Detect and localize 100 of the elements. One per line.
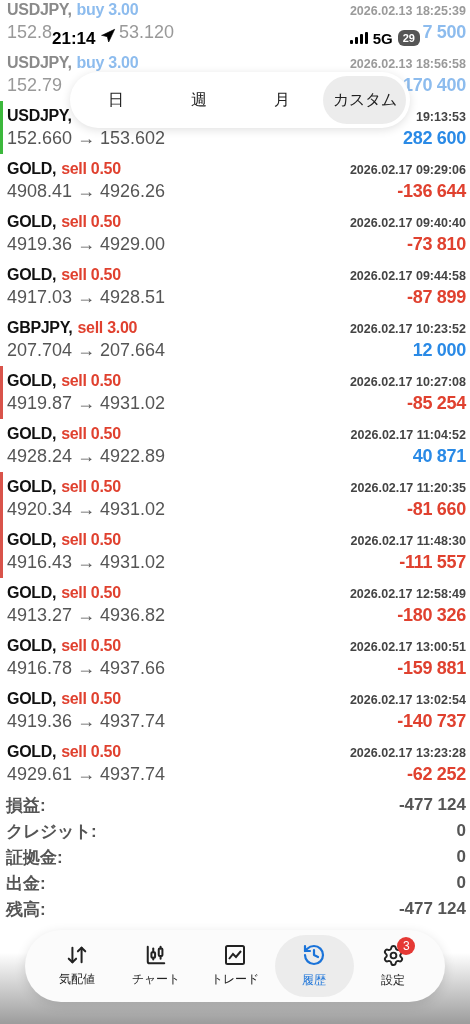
order-side: sell 0.50 (61, 424, 121, 443)
symbol: GOLD, (7, 159, 57, 178)
notification-badge: 3 (397, 937, 416, 955)
history-icon (302, 943, 327, 967)
profit-value: -73 810 (407, 233, 466, 255)
profit-value: -81 660 (407, 498, 466, 520)
clock: 21:14 (52, 28, 96, 49)
symbol: GOLD, (7, 424, 57, 443)
line-chart-icon (224, 944, 246, 966)
candlestick-icon (144, 944, 167, 966)
trade-time: 2026.02.17 13:02:54 (349, 692, 466, 707)
price-range: 4916.43 → 4931.02 (7, 551, 166, 573)
symbol: GOLD, (7, 689, 57, 708)
summary-label: クレジット: (6, 820, 97, 843)
order-side: sell 0.50 (61, 583, 121, 602)
order-side: sell 0.50 (61, 742, 121, 761)
price-range: 4928.24 → 4922.89 (7, 445, 166, 467)
order-side: buy 3.00 (76, 53, 139, 72)
network-type: 5G (372, 29, 393, 47)
summary-label: 残高: (6, 898, 46, 921)
price-range: 152.79 (7, 74, 63, 96)
profit-value: 7 500 (422, 21, 466, 43)
price-range: 152.660 → 153.602 (7, 127, 166, 149)
profit-value: -136 644 (397, 180, 466, 202)
order-side: sell 3.00 (77, 318, 138, 337)
order-side: sell 0.50 (61, 530, 121, 549)
price-range: 4929.61 → 4937.74 (7, 763, 166, 785)
price-range: 4908.41 → 4926.26 (7, 180, 166, 202)
profit-value: -85 254 (407, 392, 466, 414)
price-range: 207.704 → 207.664 (7, 339, 166, 361)
order-side: sell 0.50 (61, 265, 121, 284)
trade-time: 19:13:53 (415, 109, 466, 124)
battery-level: 29 (397, 30, 420, 46)
period-tab[interactable]: 月 (240, 76, 323, 124)
symbol: GOLD, (7, 583, 57, 602)
summary-value: -477 124 (398, 899, 466, 919)
order-side: sell 0.50 (61, 212, 121, 231)
arrows-icon (65, 944, 88, 966)
order-side: buy 3.00 (76, 0, 139, 19)
symbol: GOLD, (7, 371, 57, 390)
profit-value: -140 737 (397, 710, 466, 732)
summary-label: 損益: (6, 794, 46, 817)
summary-label: 出金: (6, 872, 46, 895)
trade-time: 2026.02.17 13:00:51 (349, 639, 466, 654)
trade-time: 2026.02.17 10:27:08 (349, 374, 466, 389)
trade-time: 2026.02.17 10:23:52 (349, 321, 466, 336)
profit-value: 40 871 (412, 445, 466, 467)
trade-time: 2026.02.17 09:29:06 (349, 162, 466, 177)
trade-time: 2026.02.17 09:44:58 (349, 268, 466, 283)
trade-time: 2026.02.13 18:56:58 (349, 56, 466, 71)
symbol: GOLD, (7, 636, 57, 655)
price-range: 4919.36 → 4929.00 (7, 233, 166, 255)
symbol: GOLD, (7, 265, 57, 284)
summary-value: -477 124 (398, 795, 466, 815)
price-range: 4919.36 → 4937.74 (7, 710, 166, 732)
trade-time: 2026.02.17 11:20:35 (350, 480, 466, 495)
price-range: 4913.27 → 4936.82 (7, 604, 166, 626)
nav-tab[interactable]: トレード (195, 935, 275, 997)
profit-value: -180 326 (397, 604, 466, 626)
price-range: 4919.87 → 4931.02 (7, 392, 166, 414)
nav-tab[interactable]: 設定 3 (353, 935, 433, 997)
trade-time: 2026.02.17 12:58:49 (349, 586, 466, 601)
trade-time: 2026.02.17 11:48:30 (350, 533, 466, 548)
settings-icon (381, 943, 405, 967)
order-side: sell 0.50 (61, 477, 121, 496)
profit-value: -87 899 (407, 286, 466, 308)
symbol: USDJPY, (7, 106, 72, 125)
period-tab[interactable]: 日 (74, 76, 157, 124)
nav-tab[interactable]: 履歴 (274, 935, 354, 997)
trade-time: 2026.02.17 09:40:40 (349, 215, 466, 230)
symbol: GOLD, (7, 742, 57, 761)
symbol: GOLD, (7, 212, 57, 231)
nav-tab[interactable]: 気配値 (37, 935, 117, 997)
symbol: USDJPY, (7, 53, 72, 72)
trade-time: 2026.02.17 11:04:52 (350, 427, 466, 442)
order-side: sell 0.50 (61, 689, 121, 708)
summary-value: 0 (456, 873, 466, 893)
profit-value: -159 881 (397, 657, 466, 679)
order-side: sell 0.50 (61, 371, 121, 390)
profit-value: -62 252 (407, 763, 466, 785)
profit-value: 170 400 (403, 74, 466, 96)
location-arrow-icon (100, 27, 117, 44)
symbol: GOLD, (7, 530, 57, 549)
profit-value: 12 000 (412, 339, 466, 361)
symbol: GBPJPY, (7, 318, 73, 337)
period-tab[interactable]: 週 (157, 76, 240, 124)
order-side: sell 0.50 (61, 636, 121, 655)
summary-label: 証拠金: (6, 846, 63, 869)
price-range: 4916.78 → 4937.66 (7, 657, 166, 679)
trade-time: 2026.02.13 18:25:39 (349, 3, 466, 18)
profit-value: 282 600 (403, 127, 466, 149)
price-range: 53.120 (119, 21, 175, 43)
nav-tab[interactable]: チャート (116, 935, 196, 997)
price-range: 4920.34 → 4931.02 (7, 498, 166, 520)
symbol: USDJPY, (7, 0, 72, 19)
symbol: GOLD, (7, 477, 57, 496)
summary-value: 0 (456, 847, 466, 867)
price-range: 152.8 (7, 21, 53, 42)
trade-time: 2026.02.17 13:23:28 (349, 745, 466, 760)
order-side: sell 0.50 (61, 159, 121, 178)
